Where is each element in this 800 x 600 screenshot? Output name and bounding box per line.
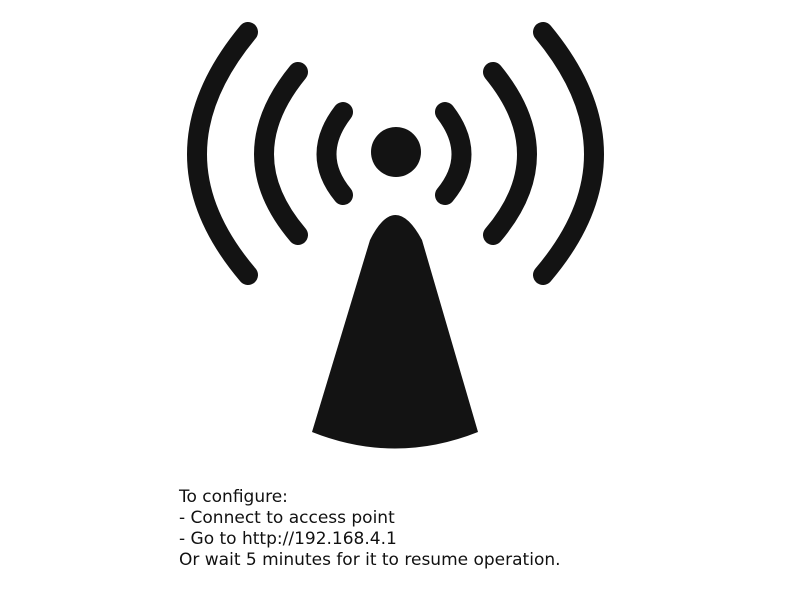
- signal-wave-right-inner: [435, 102, 472, 205]
- antenna-tip-dot: [371, 127, 421, 177]
- antenna-tower: [312, 215, 478, 449]
- instructions-step-goto: - Go to http://192.168.4.1: [179, 529, 397, 549]
- signal-wave-right-outer: [533, 22, 604, 285]
- instructions-footer: Or wait 5 minutes for it to resume opera…: [179, 550, 561, 570]
- signal-wave-left-middle: [254, 62, 308, 245]
- config-screen: To configure: - Connect to access point …: [0, 0, 800, 600]
- wifi-access-point-icon: [187, 22, 604, 449]
- instructions-step-connect: - Connect to access point: [179, 508, 395, 528]
- instructions-heading: To configure:: [179, 487, 288, 507]
- configuration-instructions: To configure: - Connect to access point …: [179, 487, 561, 571]
- signal-wave-left-inner: [316, 102, 353, 205]
- signal-wave-left-outer: [187, 22, 258, 285]
- signal-wave-right-middle: [483, 62, 537, 245]
